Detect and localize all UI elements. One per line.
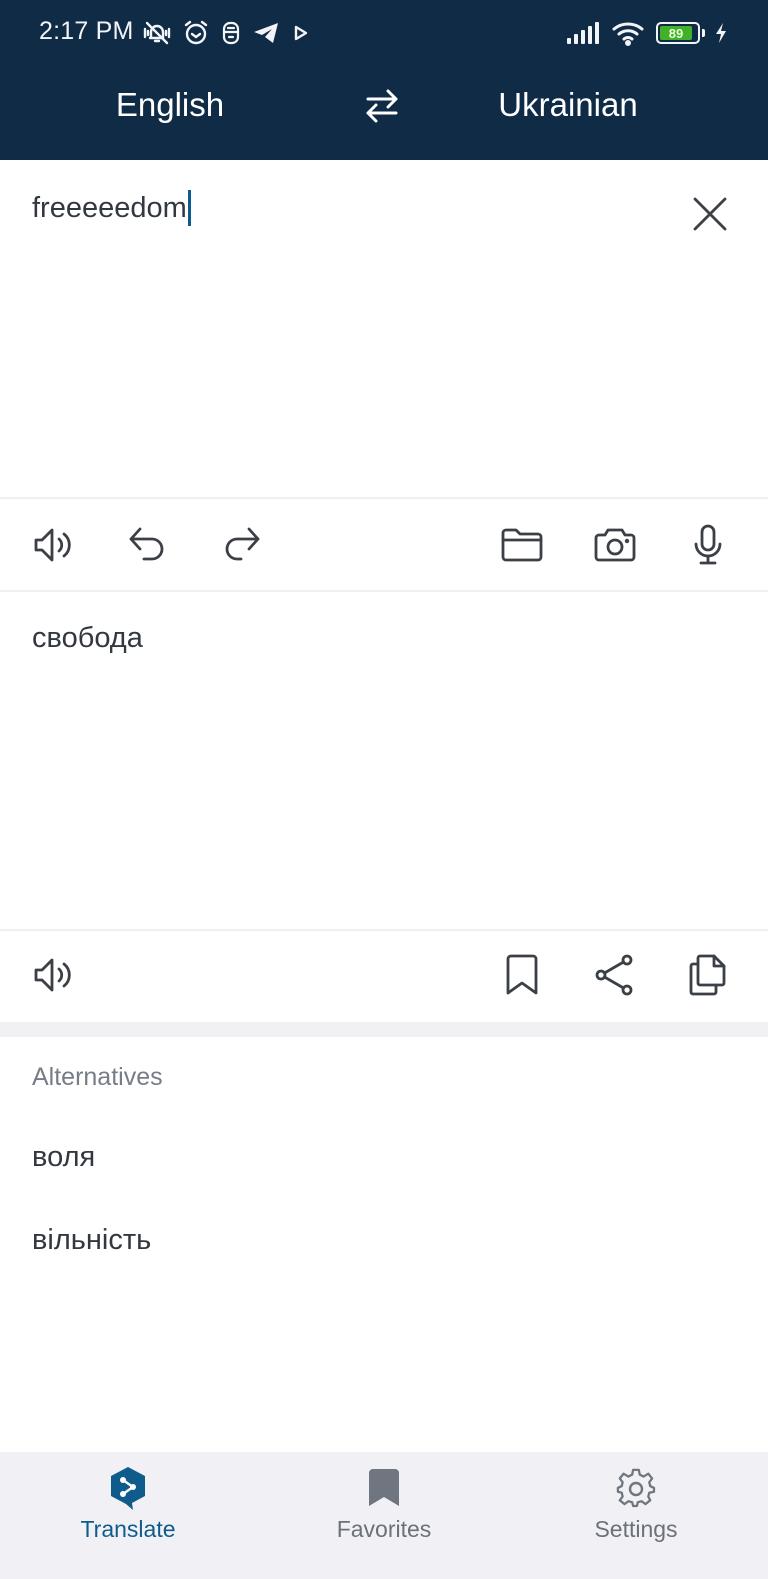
open-file-button[interactable]: [499, 522, 545, 568]
alternative-item[interactable]: вільність: [32, 1224, 151, 1257]
share-button[interactable]: [592, 952, 638, 998]
target-language-selector[interactable]: Ukrainian: [368, 86, 768, 124]
bookmark-icon: [506, 954, 538, 995]
source-toolbar: [0, 499, 768, 591]
target-speaker-button[interactable]: [31, 952, 77, 998]
translate-logo-icon: [106, 1466, 150, 1510]
nav-favorites[interactable]: Favorites: [256, 1452, 512, 1562]
source-text-value[interactable]: freeeeedom: [32, 190, 191, 226]
status-time: 2:17 PM: [39, 17, 134, 45]
signal-icon: [566, 21, 602, 45]
translation-text[interactable]: свобода: [32, 622, 143, 655]
header: 2:17 PM 89 English Ukrainian: [0, 0, 768, 160]
bottom-navigation: Translate Favorites Settings: [0, 1452, 768, 1579]
nav-label: Translate: [80, 1516, 176, 1542]
target-toolbar: [0, 931, 768, 1023]
clear-input-button[interactable]: [690, 194, 730, 234]
alternative-item[interactable]: воля: [32, 1141, 95, 1174]
translation-output: свобода: [0, 592, 768, 930]
bookmark-filled-icon: [362, 1466, 406, 1510]
close-icon: [693, 197, 727, 231]
wifi-icon: [612, 20, 646, 46]
play-store-icon: [290, 21, 312, 45]
camera-button[interactable]: [592, 522, 638, 568]
nav-label: Favorites: [336, 1516, 432, 1542]
source-language-selector[interactable]: English: [0, 86, 340, 124]
alarm-icon: [182, 19, 210, 47]
app-notification-icon: [220, 20, 242, 46]
vibrate-silent-icon: [142, 19, 172, 47]
app-root: 2:17 PM 89 English Ukrainian freeeeedom …: [0, 0, 768, 1579]
gear-icon: [614, 1466, 658, 1510]
battery-level: 89: [660, 26, 693, 41]
alternatives-heading: Alternatives: [32, 1063, 163, 1091]
charging-icon: [714, 22, 728, 44]
nav-translate[interactable]: Translate: [0, 1452, 256, 1562]
redo-icon: [225, 527, 260, 561]
nav-label: Settings: [594, 1516, 678, 1542]
source-speaker-button[interactable]: [31, 522, 77, 568]
telegram-icon: [252, 20, 280, 46]
language-bar: English Ukrainian: [0, 66, 768, 160]
text-caret: [187, 190, 191, 226]
nav-settings[interactable]: Settings: [508, 1452, 764, 1562]
bookmark-button[interactable]: [499, 952, 545, 998]
status-bar: 2:17 PM 89: [0, 0, 768, 66]
source-text-input[interactable]: freeeeedom: [0, 160, 768, 498]
camera-icon: [594, 528, 636, 562]
undo-button[interactable]: [125, 522, 171, 568]
redo-button[interactable]: [218, 522, 264, 568]
microphone-button[interactable]: [685, 522, 731, 568]
source-text: freeeeedom: [32, 191, 187, 224]
undo-icon: [129, 527, 164, 561]
share-icon: [595, 954, 633, 996]
speaker-icon: [34, 528, 71, 562]
folder-icon: [501, 528, 543, 562]
copy-button[interactable]: [685, 952, 731, 998]
section-separator: [0, 1022, 768, 1037]
status-icons-left: [142, 18, 312, 48]
battery-icon: 89: [656, 22, 705, 44]
status-icons-right: 89: [566, 18, 728, 48]
speaker-icon: [34, 958, 71, 992]
microphone-icon: [694, 524, 722, 565]
copy-icon: [689, 954, 726, 996]
